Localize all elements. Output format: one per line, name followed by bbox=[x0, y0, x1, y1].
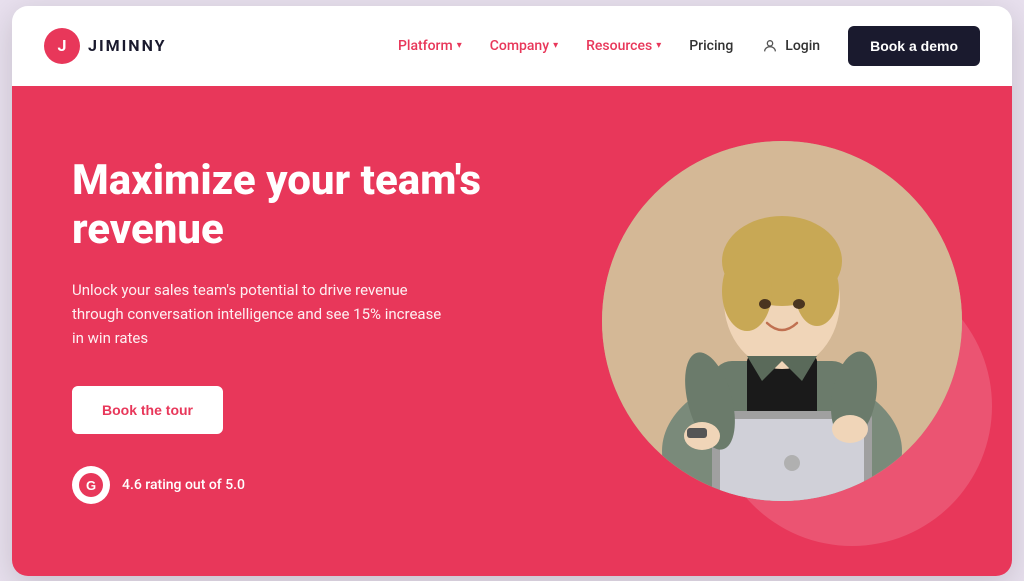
hero-person-circle bbox=[602, 141, 962, 501]
chevron-down-icon: ▾ bbox=[656, 40, 661, 51]
nav-item-pricing[interactable]: Pricing bbox=[689, 38, 733, 54]
chevron-down-icon: ▾ bbox=[553, 40, 558, 51]
hero-content: Maximize your team's revenue Unlock your… bbox=[72, 157, 552, 504]
nav-login-button[interactable]: Login bbox=[761, 37, 820, 55]
page-wrapper: J JIMINNY Platform ▾ Company ▾ Resources… bbox=[12, 6, 1012, 576]
hero-rating: G 4.6 rating out of 5.0 bbox=[72, 466, 552, 504]
svg-text:G: G bbox=[86, 478, 96, 493]
nav-menu: Platform ▾ Company ▾ Resources ▾ Pricing bbox=[398, 26, 980, 66]
book-tour-button[interactable]: Book the tour bbox=[72, 386, 223, 434]
user-icon bbox=[761, 37, 779, 55]
nav-item-company[interactable]: Company ▾ bbox=[490, 38, 558, 54]
hero-title: Maximize your team's revenue bbox=[72, 157, 552, 254]
navbar: J JIMINNY Platform ▾ Company ▾ Resources… bbox=[12, 6, 1012, 86]
hero-section: Maximize your team's revenue Unlock your… bbox=[12, 86, 1012, 576]
book-demo-button[interactable]: Book a demo bbox=[848, 26, 980, 66]
logo[interactable]: J JIMINNY bbox=[44, 28, 167, 64]
g2-logo: G bbox=[72, 466, 110, 504]
chevron-down-icon: ▾ bbox=[457, 40, 462, 51]
logo-icon: J bbox=[44, 28, 80, 64]
rating-text: 4.6 rating out of 5.0 bbox=[122, 477, 245, 493]
nav-item-resources[interactable]: Resources ▾ bbox=[586, 38, 661, 54]
logo-text: JIMINNY bbox=[88, 36, 167, 55]
hero-subtitle: Unlock your sales team's potential to dr… bbox=[72, 278, 452, 350]
nav-item-platform[interactable]: Platform ▾ bbox=[398, 38, 462, 54]
hero-image bbox=[592, 141, 972, 521]
